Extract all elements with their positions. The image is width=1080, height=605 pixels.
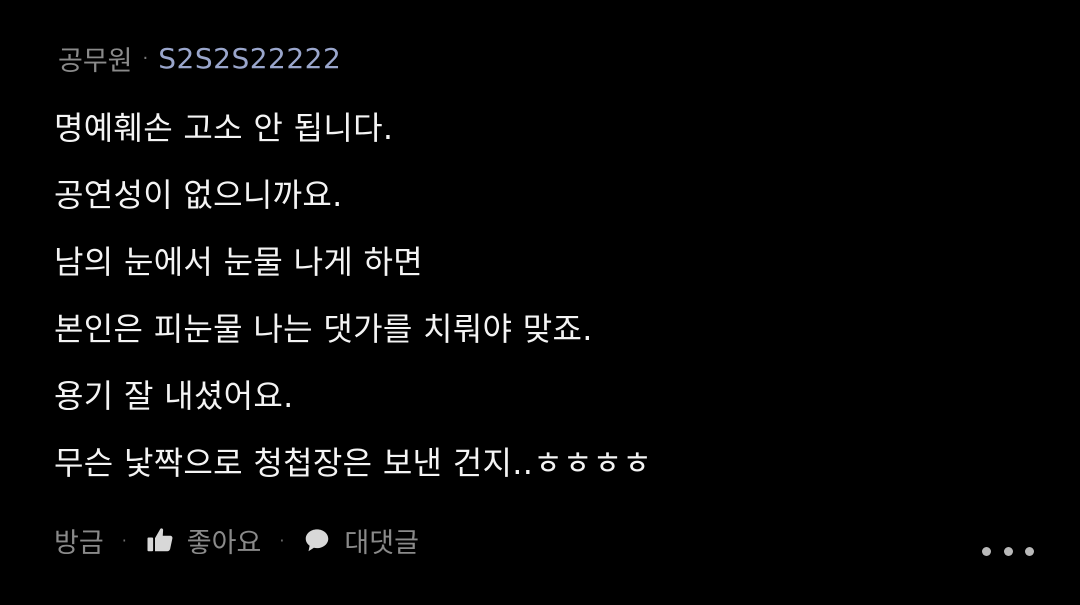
reply-label: 대댓글 bbox=[344, 527, 419, 559]
more-dot bbox=[1003, 546, 1013, 556]
comment-line: 남의 눈에서 눈물 나게 하면 bbox=[54, 243, 424, 281]
comment-line: 용기 잘 내셨어요. bbox=[54, 377, 294, 415]
thumbs-up-icon bbox=[145, 525, 175, 555]
more-dots-icon[interactable] bbox=[982, 534, 1034, 568]
like-label: 좋아요 bbox=[186, 527, 262, 559]
more-dot bbox=[1025, 546, 1034, 556]
comment-line: 무슨 낯짝으로 청첩장은 보낸 건지..ㅎㅎㅎㅎ bbox=[54, 444, 653, 482]
reply-button[interactable]: 대댓글 bbox=[302, 521, 419, 560]
author-type: 공무원 bbox=[58, 45, 133, 77]
more-dot bbox=[982, 546, 991, 556]
comment-body: 명예훼손 고소 안 됩니다. 공연성이 없으니까요. 남의 눈에서 눈물 나게 … bbox=[54, 102, 1034, 504]
author-nickname[interactable]: S2S2S22222 bbox=[158, 42, 341, 75]
comment-line: 본인은 피눈물 나는 댓가를 치뤄야 맞죠. bbox=[54, 310, 593, 348]
comment-line: 명예훼손 고소 안 됩니다. bbox=[54, 109, 394, 147]
footer-separator: · bbox=[121, 530, 127, 550]
like-button[interactable]: 좋아요 bbox=[145, 521, 262, 560]
comment-timestamp: 방금 bbox=[54, 527, 104, 559]
comment-card: 공무원 · S2S2S22222 명예훼손 고소 안 됩니다. 공연성이 없으니… bbox=[0, 0, 1080, 605]
speech-bubble-icon bbox=[302, 525, 332, 555]
comment-meta: 공무원 · S2S2S22222 bbox=[58, 38, 341, 78]
meta-separator: · bbox=[142, 47, 149, 69]
comment-footer: 방금 · 좋아요 · 대댓글 bbox=[54, 516, 419, 564]
footer-separator: · bbox=[279, 530, 285, 550]
comment-line: 공연성이 없으니까요. bbox=[54, 176, 343, 214]
